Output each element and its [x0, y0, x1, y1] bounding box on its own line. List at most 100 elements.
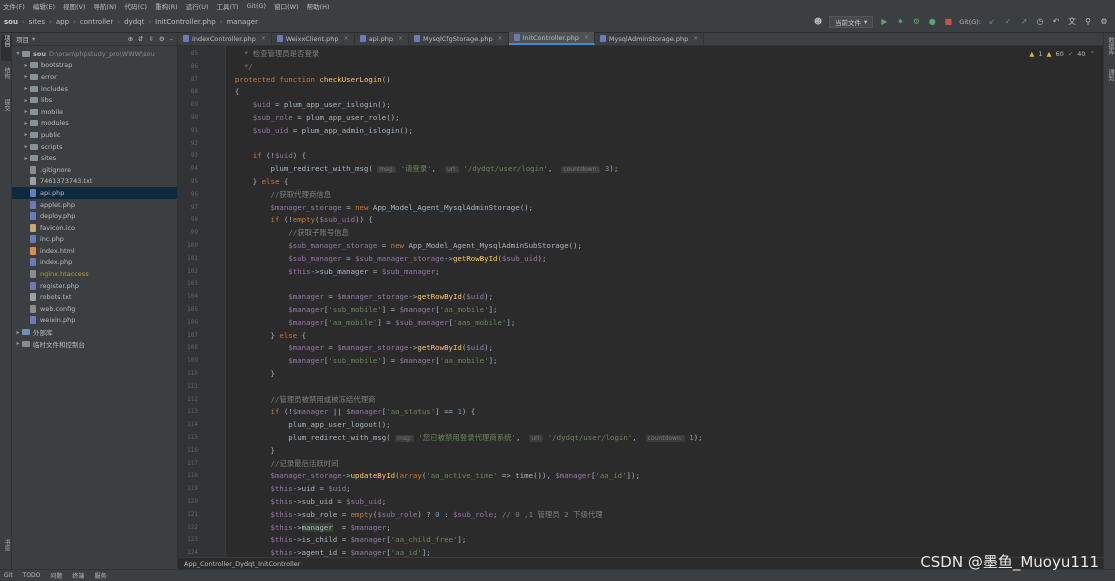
menu-item[interactable]: Git(G)	[247, 2, 267, 10]
code-line[interactable]: //记录最后活跃时间	[226, 458, 1103, 471]
close-icon[interactable]: ×	[398, 35, 403, 42]
git-push-icon[interactable]: ↗	[1019, 17, 1029, 27]
tree-file[interactable]: api.php	[12, 187, 177, 199]
editor-tab[interactable]: IndexController.php ×	[178, 32, 272, 45]
bottom-tool-button[interactable]: Git	[4, 572, 13, 579]
code-editor[interactable]: 85 86 87 88 89 90 91 92 93 94 95 96 97 98 99 100 101 102 1…	[178, 46, 1103, 557]
code-line[interactable]: * 检查管理员是否登录	[226, 48, 1103, 61]
code-line[interactable]: $sub_role = plum_app_user_role();	[226, 112, 1103, 125]
code-line[interactable]: if (!$manager || $manager['aa_status'] =…	[226, 406, 1103, 419]
profile-icon[interactable]: ●	[927, 17, 937, 27]
coverage-icon[interactable]: ⚙	[911, 17, 921, 27]
git-update-icon[interactable]: ↙	[987, 17, 997, 27]
code-line[interactable]: {	[226, 86, 1103, 99]
code-line[interactable]: } else {	[226, 330, 1103, 343]
gear-icon[interactable]: ⚙	[159, 35, 165, 43]
tree-folder[interactable]: ▸ modules	[12, 118, 177, 130]
tree-file[interactable]: web.config	[12, 303, 177, 315]
tree-file[interactable]: weixin.php	[12, 315, 177, 327]
code-line[interactable]: $this->manager = $manager;	[226, 522, 1103, 535]
editor-tab[interactable]: InitController.php ×	[508, 32, 595, 45]
menu-item[interactable]: 代码(C)	[124, 1, 147, 11]
tool-window-notifications[interactable]: 通知	[1105, 69, 1115, 93]
breadcrumb-item[interactable]: app	[56, 18, 69, 26]
editor-tab[interactable]: api.php ×	[355, 32, 409, 45]
minimize-icon[interactable]: –	[170, 35, 173, 43]
code-line[interactable]: $manager = $manager_storage->getRowById(…	[226, 291, 1103, 304]
breadcrumb-item[interactable]: controller	[80, 18, 113, 26]
tool-window-structure[interactable]: 结构	[1, 67, 11, 91]
code-line[interactable]: } else {	[226, 176, 1103, 189]
code-line[interactable]	[226, 381, 1103, 394]
search-icon[interactable]: ⚲	[1083, 17, 1093, 27]
tree-external-libraries[interactable]: ▸ 外部库	[12, 326, 177, 338]
breadcrumb-item[interactable]: dydqt	[124, 18, 144, 26]
tool-window-commit[interactable]: 提交	[1, 99, 11, 123]
code-line[interactable]: */	[226, 61, 1103, 74]
tree-folder[interactable]: ▸ libs	[12, 94, 177, 106]
expand-arrow-icon[interactable]: ▾	[14, 50, 22, 57]
tree-file[interactable]: deploy.php	[12, 210, 177, 222]
menu-item[interactable]: 运行(U)	[186, 1, 209, 11]
tool-window-database[interactable]: 数据库	[1105, 37, 1115, 63]
rollback-icon[interactable]: ↶	[1051, 17, 1061, 27]
breadcrumb-item[interactable]: InitController.php	[155, 18, 216, 26]
expand-arrow-icon[interactable]: ▸	[22, 131, 30, 138]
menu-item[interactable]: 文件(F)	[3, 1, 25, 11]
code-line[interactable]: $manager['sub_mobile'] = $manager['aa_mo…	[226, 355, 1103, 368]
tree-file[interactable]: .gitignore	[12, 164, 177, 176]
expand-arrow-icon[interactable]: ▸	[22, 108, 30, 115]
tree-file[interactable]: index.html	[12, 245, 177, 257]
bottom-tool-button[interactable]: 服务	[94, 571, 106, 580]
code-line[interactable]: $this->sub_uid = $sub_uid;	[226, 496, 1103, 509]
bottom-tool-button[interactable]: TODO	[23, 572, 41, 579]
code-line[interactable]	[226, 278, 1103, 291]
close-icon[interactable]: ×	[261, 35, 266, 42]
chevron-down-icon[interactable]: ▾	[32, 35, 35, 43]
code-line[interactable]: if (!$uid) {	[226, 150, 1103, 163]
code-line[interactable]: $this->sub_role = empty($sub_role) ? 0 :…	[226, 509, 1103, 522]
tree-file[interactable]: inc.php	[12, 234, 177, 246]
tree-file[interactable]: nginx.htaccess	[12, 268, 177, 280]
menu-item[interactable]: 编辑(E)	[33, 1, 55, 11]
code-line[interactable]: //获取子账号信息	[226, 227, 1103, 240]
code-line[interactable]: $manager['sub_mobile'] = $manager['aa_mo…	[226, 304, 1103, 317]
code-line[interactable]: $manager_storage->updateById(array('aa_a…	[226, 470, 1103, 483]
menu-item[interactable]: 工具(T)	[217, 1, 239, 11]
menu-item[interactable]: 导航(N)	[94, 1, 117, 11]
code-line[interactable]: $this->sub_manager = $sub_manager;	[226, 266, 1103, 279]
expand-arrow-icon[interactable]: ▸	[22, 85, 30, 92]
close-icon[interactable]: ×	[344, 35, 349, 42]
editor-tab[interactable]: WeixxClient.php ×	[272, 32, 355, 45]
locate-icon[interactable]: ⊕	[128, 35, 133, 43]
tree-folder[interactable]: ▸ sites	[12, 152, 177, 164]
breadcrumb-item[interactable]: manager	[226, 18, 257, 26]
menu-item[interactable]: 帮助(H)	[307, 1, 330, 11]
tree-root[interactable]: ▾ sou D:\oran\phpstudy_pro\WWW\sou	[12, 48, 177, 60]
code-line[interactable]: //管理员被禁用或被冻结代理商	[226, 394, 1103, 407]
expand-arrow-icon[interactable]: ▸	[22, 143, 30, 150]
tree-file[interactable]: 7461373743.txt	[12, 176, 177, 188]
git-commit-icon[interactable]: ✓	[1003, 17, 1013, 27]
expand-arrow-icon[interactable]: ▸	[14, 340, 22, 347]
tree-folder[interactable]: ▸ includes	[12, 83, 177, 95]
expand-arrow-icon[interactable]: ▸	[22, 155, 30, 162]
history-icon[interactable]: ◷	[1035, 17, 1045, 27]
code-line[interactable]: $this->uid = $uid;	[226, 483, 1103, 496]
tree-file[interactable]: applet.php	[12, 199, 177, 211]
user-icon[interactable]: ☻	[813, 17, 823, 27]
editor-tab[interactable]: MysqlCfgStorage.php ×	[409, 32, 509, 45]
expand-arrow-icon[interactable]: ▸	[22, 120, 30, 127]
close-icon[interactable]: ×	[498, 35, 503, 42]
tree-folder[interactable]: ▸ error	[12, 71, 177, 83]
chevron-up-icon[interactable]: ⌃	[1090, 50, 1095, 58]
close-icon[interactable]: ×	[693, 35, 698, 42]
editor-breadcrumb-class[interactable]: App_Controller_Dydqt_InitController	[184, 560, 300, 568]
breadcrumb-item[interactable]: sou	[4, 18, 18, 26]
code-line[interactable]: //获取代理商信息	[226, 189, 1103, 202]
settings-icon[interactable]: ⚙	[1099, 17, 1109, 27]
tree-folder[interactable]: ▸ public	[12, 129, 177, 141]
code-line[interactable]: $uid = plum_app_user_islogin();	[226, 99, 1103, 112]
collapse-all-icon[interactable]: ⇳	[148, 35, 153, 43]
tree-folder[interactable]: ▸ scripts	[12, 141, 177, 153]
